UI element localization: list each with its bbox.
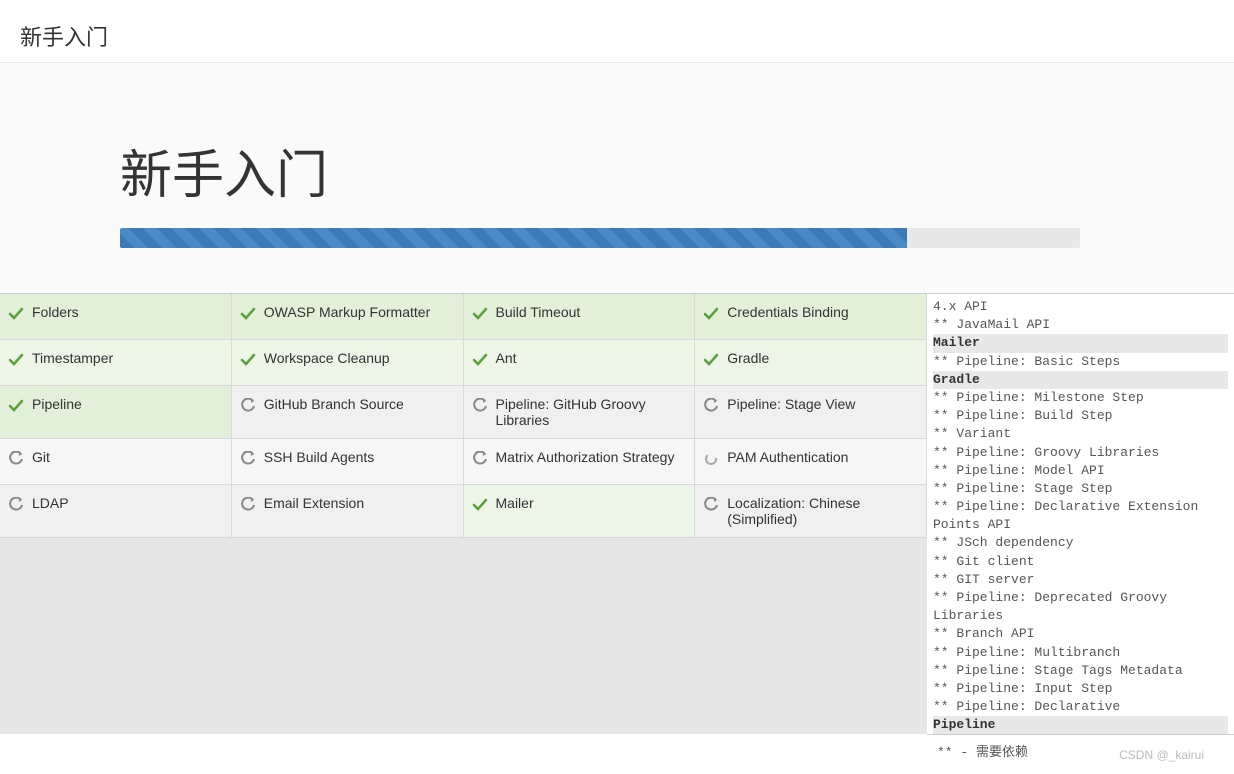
log-line: ** Pipeline: Deprecated Groovy Libraries [933,589,1228,625]
log-line: ** Pipeline: Declarative Extension Point… [933,498,1228,534]
plugin-grid-container: Folders OWASP Markup Formatter Build Timeo… [0,294,927,734]
log-line: ** Pipeline: Multibranch [933,644,1228,662]
log-line: ** Branch API [933,625,1228,643]
plugin-name: Gradle [727,350,769,366]
plugin-cell: Build Timeout [464,294,696,340]
plugin-cell: Timestamper [0,340,232,386]
header-title: 新手入门 [20,20,1234,52]
check-icon [240,352,256,368]
refresh-icon [240,497,256,513]
plugin-name: SSH Build Agents [264,449,375,465]
plugin-cell: SSH Build Agents [232,439,464,485]
check-icon [703,352,719,368]
log-line: Pipeline [933,716,1228,734]
spinner-icon [703,451,719,467]
refresh-icon [472,451,488,467]
check-icon [472,497,488,513]
plugin-cell: Pipeline [0,386,232,439]
plugin-name: OWASP Markup Formatter [264,304,430,320]
check-icon [8,306,24,322]
plugin-name: Pipeline [32,396,82,412]
header: 新手入门 [0,0,1234,63]
plugin-cell: GitHub Branch Source [232,386,464,439]
log-line: ** Pipeline: Groovy Libraries [933,444,1228,462]
check-icon [703,306,719,322]
log-line: ** JSch dependency [933,534,1228,552]
hero-section: 新手入门 [0,63,1234,293]
plugin-cell: Email Extension [232,485,464,538]
log-line: 4.x API [933,298,1228,316]
plugin-name: LDAP [32,495,69,511]
plugin-cell: Folders [0,294,232,340]
refresh-icon [472,398,488,414]
plugin-grid: Folders OWASP Markup Formatter Build Timeo… [0,294,927,538]
log-line: ** Pipeline: Stage Step [933,480,1228,498]
plugin-name: Build Timeout [496,304,581,320]
plugin-cell: LDAP [0,485,232,538]
check-icon [8,352,24,368]
plugin-cell: Gradle [695,340,927,386]
plugin-name: Pipeline: Stage View [727,396,855,412]
plugin-cell: Pipeline: GitHub Groovy Libraries [464,386,696,439]
log-line: Gradle [933,371,1228,389]
check-icon [240,306,256,322]
progress-fill [120,228,907,248]
plugin-cell: Workspace Cleanup [232,340,464,386]
plugin-name: Pipeline: GitHub Groovy Libraries [496,396,687,428]
refresh-icon [8,451,24,467]
plugin-name: Matrix Authorization Strategy [496,449,675,465]
main-content: Folders OWASP Markup Formatter Build Timeo… [0,293,1234,766]
plugin-name: Folders [32,304,79,320]
plugin-name: Git [32,449,50,465]
refresh-icon [240,451,256,467]
log-line: ** Pipeline: Stage Tags Metadata [933,662,1228,680]
check-icon [8,398,24,414]
log-line: Mailer [933,334,1228,352]
plugin-cell: Git [0,439,232,485]
log-line: ** Pipeline: Build Step [933,407,1228,425]
plugin-name: Ant [496,350,517,366]
plugin-name: PAM Authentication [727,449,848,465]
watermark: CSDN @_kairui [1119,748,1204,762]
log-line: ** Git client [933,553,1228,571]
plugin-name: Workspace Cleanup [264,350,390,366]
refresh-icon [703,497,719,513]
log-line: ** Pipeline: Declarative [933,698,1228,716]
check-icon [472,352,488,368]
refresh-icon [8,497,24,513]
plugin-name: Localization: Chinese (Simplified) [727,495,918,527]
plugin-cell: Credentials Binding [695,294,927,340]
log-line: ** GIT server [933,571,1228,589]
plugin-cell: Localization: Chinese (Simplified) [695,485,927,538]
refresh-icon [240,398,256,414]
plugin-cell: Matrix Authorization Strategy [464,439,696,485]
check-icon [472,306,488,322]
log-line: ** Pipeline: Input Step [933,680,1228,698]
log-line: ** Variant [933,425,1228,443]
plugin-name: GitHub Branch Source [264,396,404,412]
install-log[interactable]: 4.x API** JavaMail APIMailer** Pipeline:… [927,294,1234,734]
progress-container [120,228,1080,248]
log-line: ** JavaMail API [933,316,1228,334]
progress-bar [120,228,1080,248]
plugin-cell: Ant [464,340,696,386]
plugin-cell: OWASP Markup Formatter [232,294,464,340]
hero-title: 新手入门 [120,133,1234,208]
refresh-icon [703,398,719,414]
plugin-name: Credentials Binding [727,304,848,320]
plugin-cell: Pipeline: Stage View [695,386,927,439]
plugin-name: Timestamper [32,350,113,366]
plugin-cell: PAM Authentication [695,439,927,485]
plugin-cell: Mailer [464,485,696,538]
log-line: ** Pipeline: Milestone Step [933,389,1228,407]
plugin-name: Mailer [496,495,534,511]
log-line: ** Pipeline: Basic Steps [933,353,1228,371]
plugin-name: Email Extension [264,495,364,511]
log-line: ** Pipeline: Model API [933,462,1228,480]
